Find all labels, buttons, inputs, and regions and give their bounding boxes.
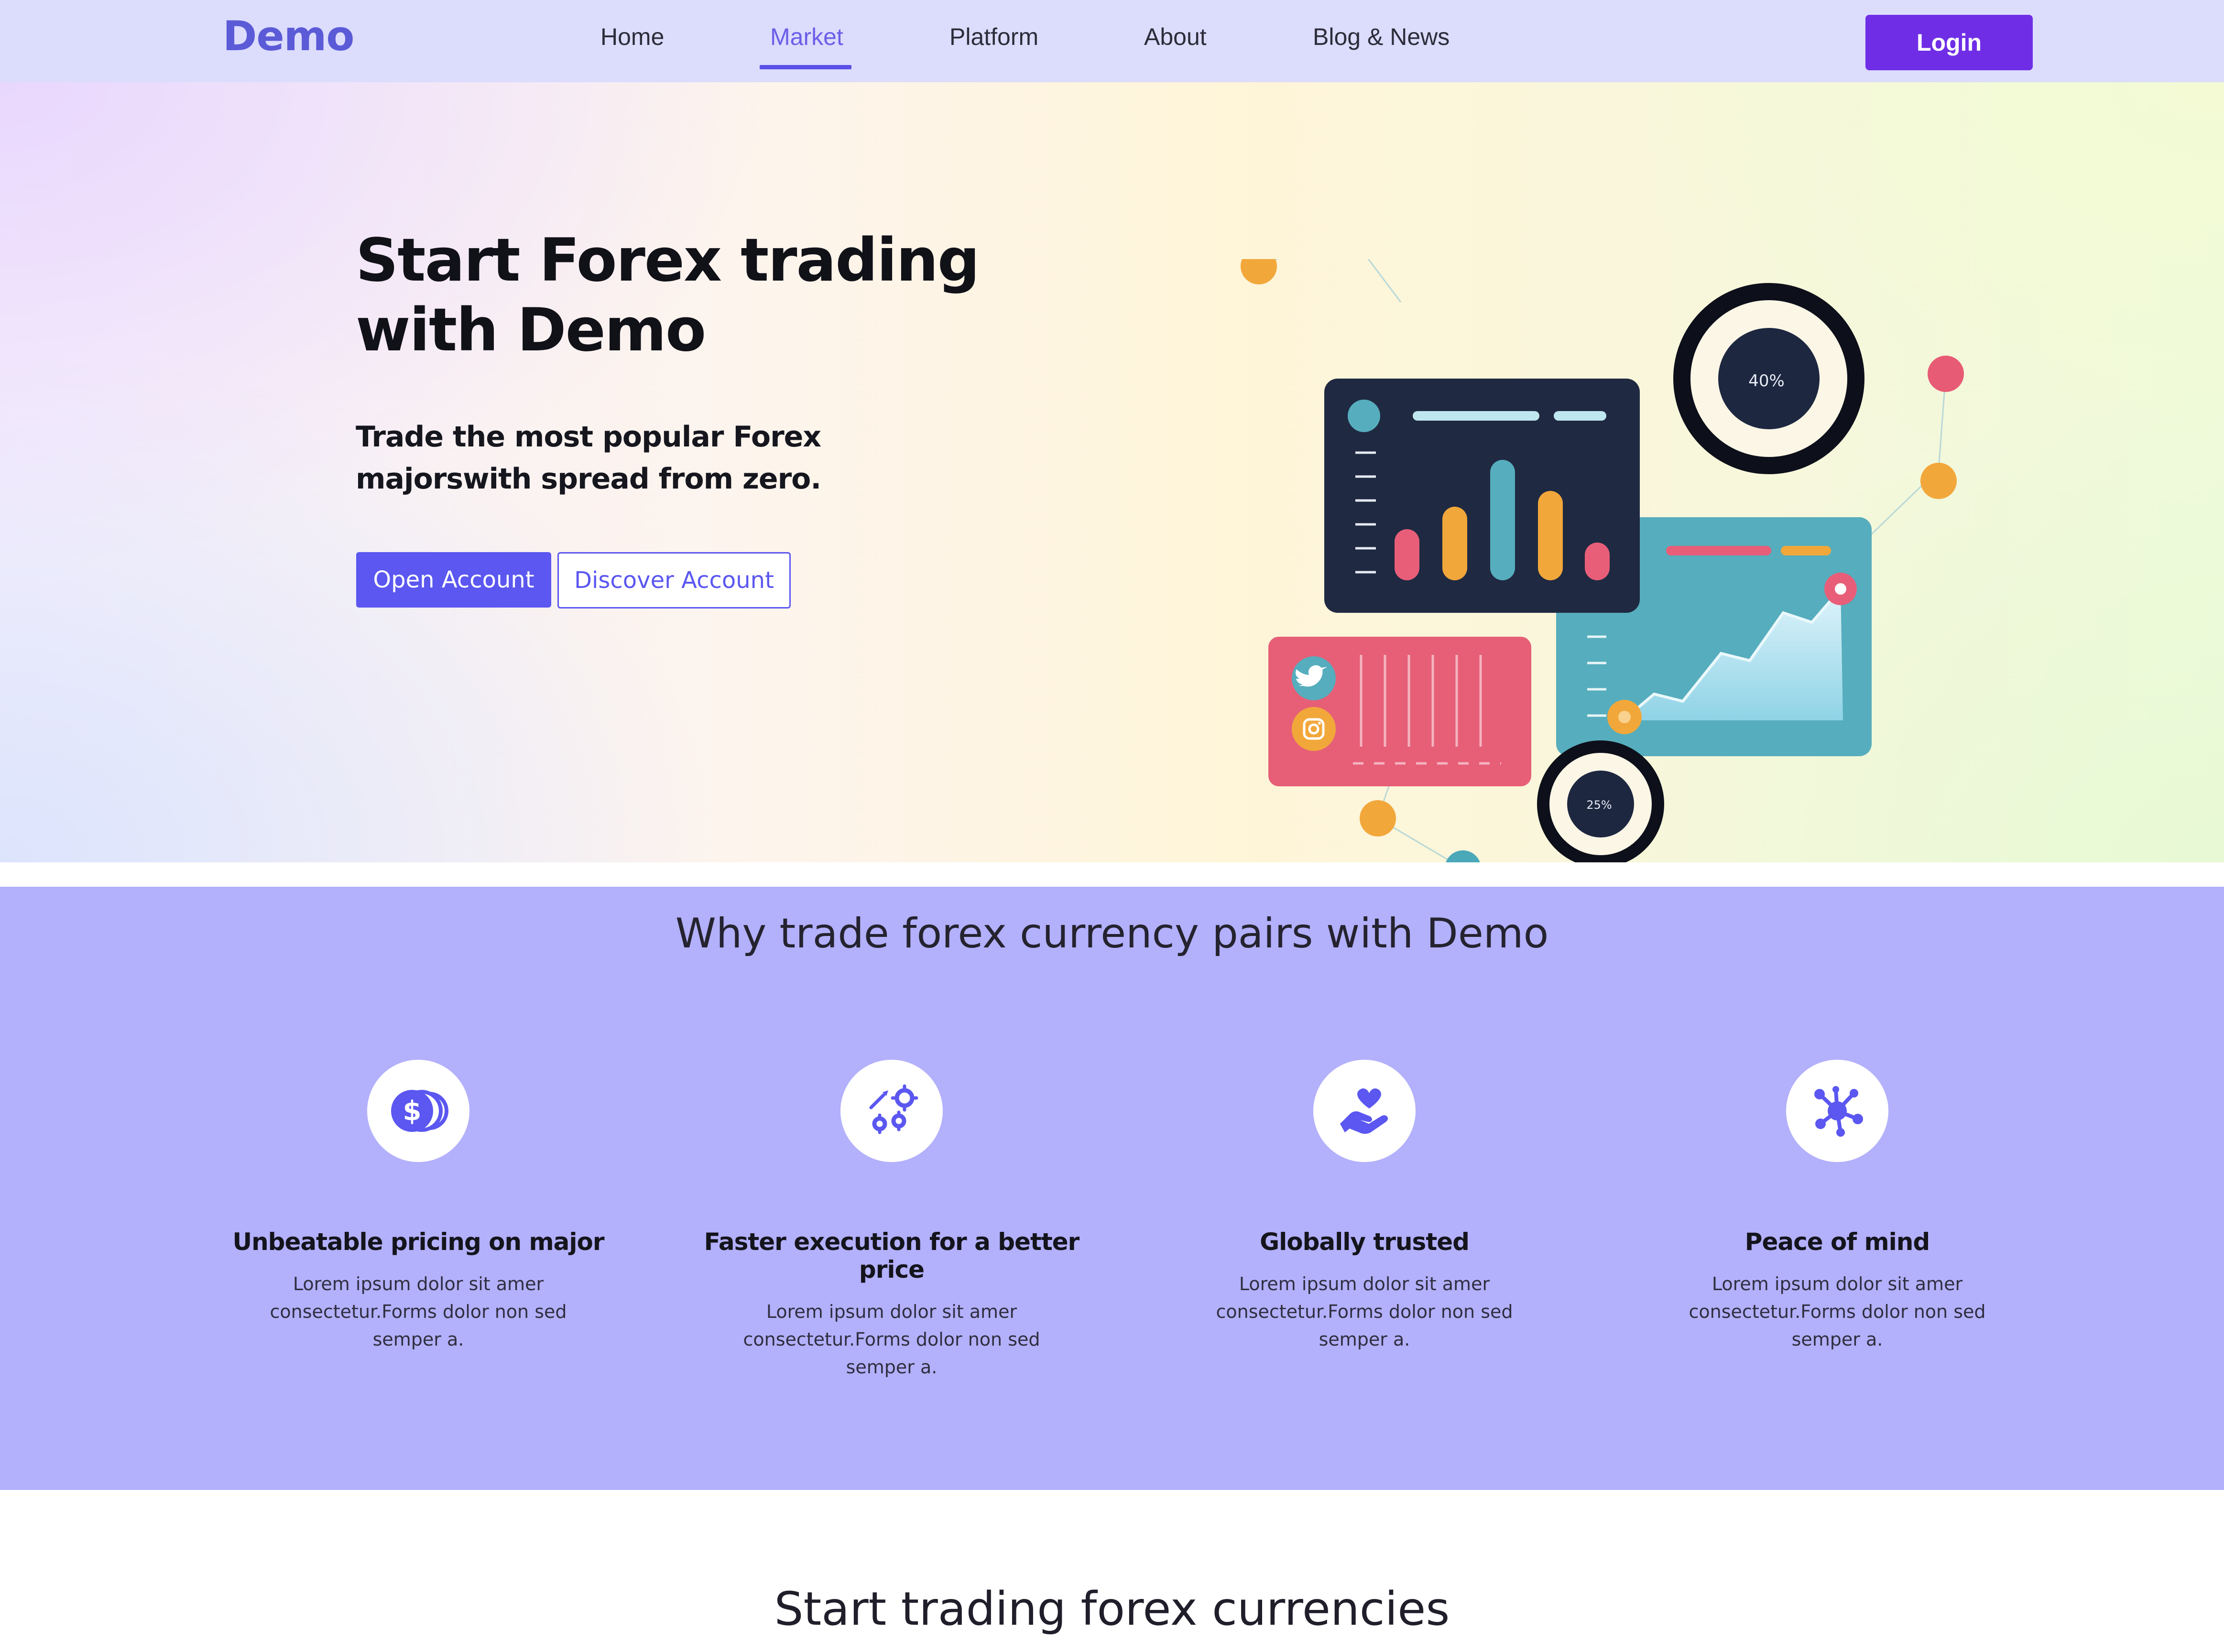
hero-title: Start Forex trading with Demo — [356, 226, 1025, 365]
feature-description: Lorem ipsum dolor sit amer consectetur.F… — [1216, 1273, 1513, 1350]
heart-hand-icon — [1313, 1060, 1416, 1162]
feature-title: Faster execution for a better price — [704, 1228, 1080, 1283]
hero-subtitle-line1: Trade the most popular Forex — [356, 420, 821, 454]
feature-description: Lorem ipsum dolor sit amer consectetur.F… — [743, 1301, 1040, 1378]
feature-card: Peace of mind Lorem ipsum dolor sit amer… — [1641, 1060, 2033, 1353]
feature-description: Lorem ipsum dolor sit amer consectetur.F… — [270, 1273, 567, 1350]
feature-card: $ Unbeatable pricing on major Lorem ipsu… — [222, 1060, 614, 1353]
orange-dot — [1241, 259, 1277, 284]
teal-dot — [1446, 850, 1480, 862]
nav-active-indicator — [760, 65, 851, 69]
progress-ring-small: 25% — [1537, 740, 1664, 862]
feature-card: Faster execution for a better price Lore… — [696, 1060, 1088, 1381]
feature-title: Unbeatable pricing on major — [232, 1228, 604, 1256]
bar-chart-card — [1324, 379, 1640, 613]
nav-item-market[interactable]: Market — [770, 23, 843, 51]
discover-account-button[interactable]: Discover Account — [557, 552, 791, 609]
hero-title-line2: with Demo — [356, 296, 706, 365]
nav-item-home[interactable]: Home — [600, 23, 664, 51]
orange-dot — [1920, 463, 1957, 499]
coins-dollar-icon: $ — [367, 1060, 469, 1162]
nav-item-blog-news[interactable]: Blog & News — [1313, 23, 1450, 51]
instagram-icon — [1292, 707, 1336, 751]
network-nodes-icon — [1786, 1060, 1888, 1162]
open-account-button[interactable]: Open Account — [356, 552, 551, 608]
progress-ring-large: 40% — [1673, 283, 1864, 474]
brand-logo[interactable]: Demo — [223, 12, 354, 60]
login-button[interactable]: Login — [1865, 15, 2033, 70]
feature-title: Peace of mind — [1744, 1228, 1930, 1256]
features-title: Why trade forex currency pairs with Demo — [675, 910, 1549, 957]
nav-item-platform[interactable]: Platform — [949, 23, 1038, 51]
forex-dashboard-illustration: 40% 25% — [1241, 259, 1964, 862]
orange-dot — [1360, 800, 1396, 837]
feature-description: Lorem ipsum dolor sit amer consectetur.F… — [1689, 1273, 1986, 1350]
top-navbar: Demo Home Market Platform About Blog & N… — [0, 0, 2224, 82]
twitter-icon — [1292, 656, 1336, 700]
hero-subtitle-line2: majorswith spread from zero. — [356, 462, 821, 496]
section-title-start-trading: Start trading forex currencies — [774, 1582, 1450, 1636]
feature-title: Globally trusted — [1260, 1228, 1470, 1256]
svg-text:$: $ — [403, 1096, 422, 1127]
ring-large-label: 40% — [1748, 371, 1785, 391]
social-card — [1268, 637, 1531, 786]
ring-small-label: 25% — [1586, 798, 1612, 812]
gears-execution-icon — [840, 1060, 943, 1162]
nav-item-about[interactable]: About — [1144, 23, 1207, 51]
hero-title-line1: Start Forex trading — [356, 226, 980, 295]
feature-card: Globally trusted Lorem ipsum dolor sit a… — [1168, 1060, 1560, 1353]
features-section: Why trade forex currency pairs with Demo… — [0, 887, 2224, 1490]
pink-dot — [1928, 356, 1964, 392]
hero-section: Start Forex trading with Demo Trade the … — [0, 82, 2224, 862]
hero-subtitle: Trade the most popular Forex majorswith … — [356, 416, 882, 500]
